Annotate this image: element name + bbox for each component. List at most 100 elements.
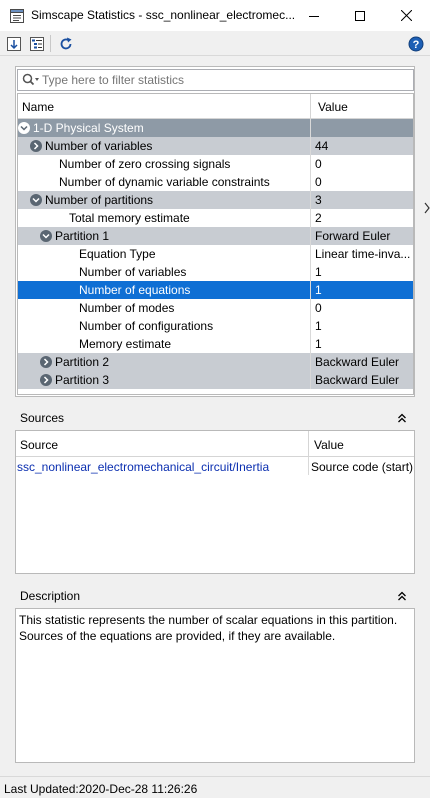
row-value: 2: [315, 211, 322, 225]
row-value: 1: [315, 283, 322, 297]
row-name: Total memory estimate: [69, 211, 190, 225]
column-divider-line: [310, 119, 311, 389]
row-value: 1: [315, 265, 322, 279]
table-row[interactable]: Partition 3 Backward Euler: [18, 371, 413, 389]
source-link[interactable]: ssc_nonlinear_electromechanical_circuit/…: [17, 460, 269, 474]
statistics-table: Name Value 1-D Physical System Number of …: [17, 93, 414, 395]
sources-table: Source Value ssc_nonlinear_electromechan…: [15, 430, 415, 574]
chevron-down-icon[interactable]: [40, 230, 52, 242]
refresh-button[interactable]: [56, 34, 76, 54]
row-name: 1-D Physical System: [33, 121, 144, 135]
table-row[interactable]: Memory estimate 1: [18, 335, 413, 353]
table-row[interactable]: Number of modes 0: [18, 299, 413, 317]
maximize-icon: [355, 10, 365, 21]
column-divider[interactable]: [310, 94, 311, 118]
description-header: Description: [15, 585, 415, 607]
minimize-icon: [309, 15, 319, 17]
close-icon: [400, 10, 412, 21]
sources-header: Sources: [15, 407, 415, 429]
chevron-right-icon[interactable]: [40, 356, 52, 368]
search-icon: [22, 73, 40, 90]
row-name: Partition 2: [55, 355, 110, 369]
row-name: Number of zero crossing signals: [59, 157, 231, 171]
filter-box[interactable]: [17, 69, 414, 91]
description-text: This statistic represents the number of …: [19, 613, 398, 643]
chevron-down-icon[interactable]: [30, 194, 42, 206]
chevron-down-icon[interactable]: [18, 122, 30, 134]
table-row[interactable]: Total memory estimate 2: [18, 209, 413, 227]
sources-table-header: Source Value: [16, 431, 414, 457]
table-header: Name Value: [18, 94, 413, 119]
table-row[interactable]: Number of equations 1: [18, 281, 413, 299]
column-header-source-value[interactable]: Value: [314, 438, 344, 452]
row-value: 1: [315, 319, 322, 333]
row-value: Backward Euler: [315, 355, 400, 369]
row-value: Forward Euler: [315, 229, 391, 243]
toolbar-separator: [50, 35, 51, 52]
column-divider-line: [308, 457, 309, 475]
table-row[interactable]: Number of zero crossing signals 0: [18, 155, 413, 173]
minimize-button[interactable]: [291, 0, 337, 31]
table-row[interactable]: Partition 1 Forward Euler: [18, 227, 413, 245]
source-value: Source code (start): [311, 460, 414, 474]
sort-icon: [7, 37, 21, 51]
row-name: Number of modes: [79, 301, 175, 315]
sources-collapse-button[interactable]: [395, 411, 409, 425]
help-icon: ?: [408, 36, 424, 52]
sort-button[interactable]: [4, 34, 24, 54]
column-header-value[interactable]: Value: [318, 100, 348, 114]
description-box: This statistic represents the number of …: [15, 608, 415, 763]
table-row[interactable]: 1-D Physical System: [18, 119, 413, 137]
row-value: 0: [315, 301, 322, 315]
row-value: Backward Euler: [315, 373, 400, 387]
row-value: 0: [315, 157, 322, 171]
row-name: Number of variables: [45, 139, 153, 153]
row-name: Number of variables: [79, 265, 187, 279]
help-button[interactable]: ?: [406, 34, 426, 54]
sources-title: Sources: [20, 411, 65, 425]
chevron-right-icon[interactable]: [30, 140, 42, 152]
close-button[interactable]: [383, 0, 429, 31]
row-name: Partition 1: [55, 229, 110, 243]
row-value: 1: [315, 337, 322, 351]
app-window-icon: [9, 8, 25, 24]
last-updated-text: Last Updated:2020-Dec-28 11:26:26: [4, 782, 198, 796]
chevron-right-icon[interactable]: [40, 374, 52, 386]
row-name: Equation Type: [79, 247, 156, 261]
column-divider[interactable]: [308, 431, 309, 456]
maximize-button[interactable]: [337, 0, 383, 31]
row-name: Memory estimate: [79, 337, 172, 351]
table-row[interactable]: Number of dynamic variable constraints 0: [18, 173, 413, 191]
row-value: 0: [315, 175, 322, 189]
hierarchy-icon: [30, 37, 44, 51]
table-row[interactable]: Number of variables 44: [18, 137, 413, 155]
row-name: Number of equations: [79, 283, 191, 297]
hierarchy-button[interactable]: [27, 34, 47, 54]
description-title: Description: [20, 589, 81, 603]
double-chevron-up-icon: [398, 591, 406, 601]
row-name: Number of configurations: [79, 319, 214, 333]
refresh-icon: [60, 37, 72, 50]
resize-chevron-icon[interactable]: [424, 202, 430, 217]
filter-input[interactable]: [42, 72, 402, 88]
row-name: Number of partitions: [45, 193, 154, 207]
column-header-source[interactable]: Source: [20, 438, 58, 452]
svg-text:?: ?: [413, 39, 420, 51]
table-row[interactable]: Number of variables 1: [18, 263, 413, 281]
column-header-name[interactable]: Name: [22, 100, 54, 114]
row-name: Number of dynamic variable constraints: [59, 175, 270, 189]
double-chevron-up-icon: [398, 413, 406, 423]
toolbar: ?: [0, 31, 430, 56]
table-row[interactable]: Number of configurations 1: [18, 317, 413, 335]
title-bar: Simscape Statistics - ssc_nonlinear_elec…: [0, 0, 430, 31]
window-title: Simscape Statistics - ssc_nonlinear_elec…: [31, 8, 296, 22]
row-value: 44: [315, 139, 329, 153]
table-row[interactable]: Number of partitions 3: [18, 191, 413, 209]
row-value: Linear time-inva...: [315, 247, 411, 261]
table-row[interactable]: Equation Type Linear time-inva...: [18, 245, 413, 263]
row-name: Partition 3: [55, 373, 110, 387]
row-value: 3: [315, 193, 322, 207]
table-row[interactable]: Partition 2 Backward Euler: [18, 353, 413, 371]
status-bar: Last Updated:2020-Dec-28 11:26:26: [0, 776, 430, 798]
description-collapse-button[interactable]: [395, 589, 409, 603]
